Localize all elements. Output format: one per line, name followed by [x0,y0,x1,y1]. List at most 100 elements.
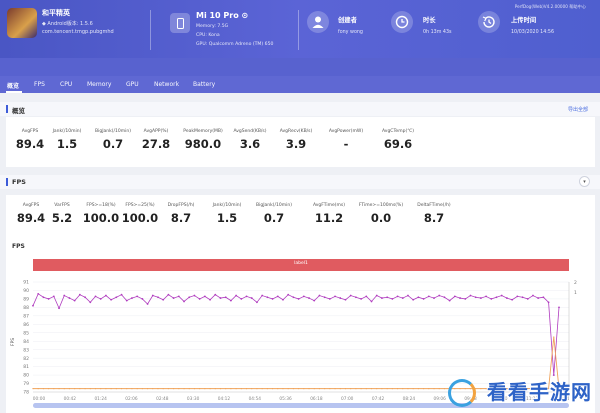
data-point [42,388,45,390]
data-point [438,388,440,390]
y-tick-label: 83 [23,347,29,353]
section-marker [6,178,8,186]
data-point [287,293,290,296]
data-point [178,388,180,390]
stat-3: AvgAPP(%) 27.8 [132,129,180,151]
data-point [225,388,227,390]
data-point [58,388,60,390]
data-point [469,294,472,297]
data-point [245,295,248,298]
export-all-link[interactable]: 导出全部 [568,106,588,113]
data-point [526,298,529,300]
tab-fps[interactable]: FPS [34,81,45,88]
data-point [141,298,144,300]
data-point [277,388,279,390]
x-tick-label: 08:24 [403,396,416,402]
data-point [516,295,519,298]
data-point [94,388,97,390]
tab-bar: 概览 FPS CPU Memory GPU Network Battery [0,76,600,93]
y-tick-label: 89 [23,297,29,303]
upload-value: 10/03/2020 14:56 [511,30,554,35]
data-point [292,296,295,299]
data-point [68,388,71,390]
data-point [297,298,300,300]
data-point [99,298,102,300]
data-point [48,388,50,390]
collapse-icon[interactable]: ▾ [579,176,590,187]
data-point [282,388,284,390]
y2-tick-label: 1 [574,290,577,296]
watermark: 看看手游网 [446,373,596,411]
tab-battery[interactable]: Battery [193,81,215,88]
stat-6: AvgRecv(KB/s) 3.9 [272,129,320,151]
x-tick-label: 00:42 [64,396,77,402]
data-point [532,294,534,297]
stat-value: 3.6 [239,137,261,151]
data-point [177,295,180,298]
tab-cpu[interactable]: CPU [60,81,72,88]
data-point [328,298,331,300]
x-tick-label: 06:18 [310,396,323,402]
data-point [422,298,425,300]
data-point [375,294,378,297]
data-point [506,297,508,299]
stat-4: PeakMemory(MB) 980.0 [179,129,227,151]
data-point [183,300,185,303]
data-point [47,298,50,300]
data-point [230,299,232,302]
data-point [558,306,560,309]
tab-memory[interactable]: Memory [87,81,111,88]
data-point [323,296,326,299]
data-point [360,388,362,390]
data-point [303,388,305,390]
data-point [433,297,435,299]
data-point [433,388,435,390]
data-point [318,294,321,297]
data-point [396,388,399,390]
fps-title: FPS [12,178,26,186]
device-memory: Memory: 7.5G [196,24,229,29]
tab-network[interactable]: Network [154,81,179,88]
stat-label: DropFPS(/h) [167,203,195,208]
stat-value: 27.8 [141,137,171,151]
tab-overview[interactable]: 概览 [7,81,19,90]
data-point [89,388,91,390]
app-version: ◆ Android版本: 1.5.6 [42,21,93,27]
data-point [79,388,81,390]
data-point [428,388,430,390]
data-point [329,388,331,390]
data-point [324,388,326,390]
data-point [521,296,524,299]
duration-label: 时长 [423,17,436,24]
data-point [151,294,154,297]
stat-value: 0.7 [263,211,285,225]
version-info[interactable]: PerfDog(Web)V4.2.00000 帮助中心 [515,4,586,10]
stat-label: PeakMemory(MB) [183,129,223,134]
data-point [402,388,404,390]
y-tick-label: 87 [23,313,29,319]
data-point [391,298,394,300]
data-point [354,296,357,299]
data-point [298,388,300,390]
label-bar[interactable]: label1 [33,259,569,271]
stat-value: 980.0 [184,137,222,151]
x-tick-label: 01:24 [94,396,107,402]
stat-label: BigJank(/10min) [95,129,131,134]
tab-gpu[interactable]: GPU [126,81,139,88]
data-point [183,388,185,390]
stat-label: DeltaFTime(/h) [417,203,451,208]
data-point [459,297,461,299]
data-point [141,388,143,390]
data-point [214,388,216,390]
data-point [412,298,415,301]
data-point [490,298,493,300]
data-point [105,294,107,297]
data-point [256,388,258,390]
stat-value: 1.5 [56,137,78,151]
data-point [146,303,149,305]
x-tick-label: 04:12 [218,396,231,402]
data-point [511,298,514,301]
data-point [120,293,123,296]
data-point [84,296,86,299]
stat-value: 1.5 [216,211,238,225]
